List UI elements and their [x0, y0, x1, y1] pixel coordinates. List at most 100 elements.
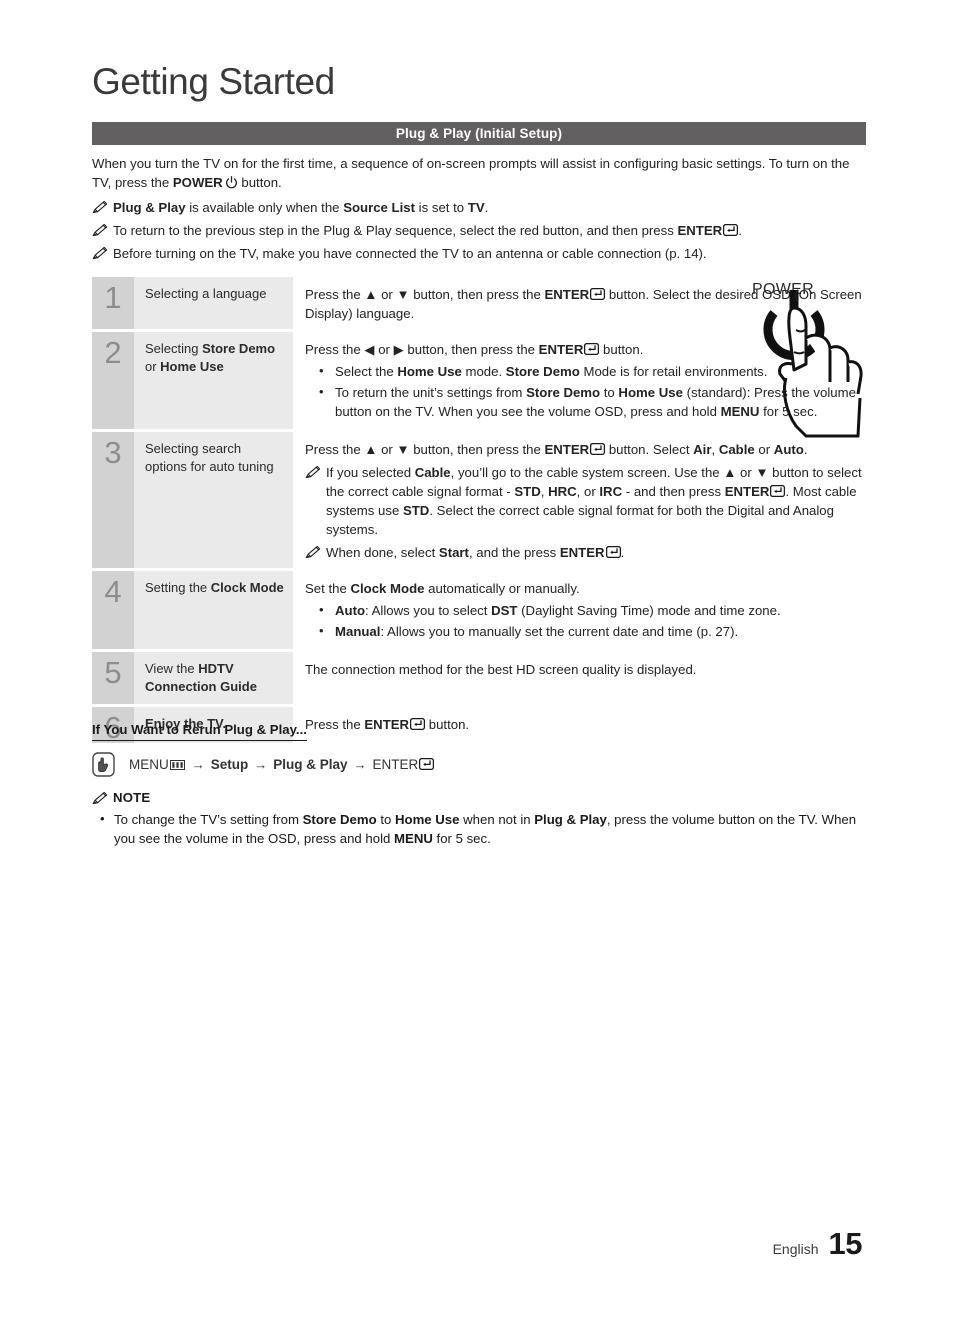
- intro-power-bold: POWER: [172, 175, 223, 190]
- emphasis-text: Clock Mode: [210, 580, 284, 595]
- emphasis-text: ENTER: [544, 442, 590, 457]
- step-lead-text: Press the ENTER button.: [305, 715, 870, 734]
- step-description: Set the Clock Mode automatically or manu…: [293, 571, 870, 649]
- emphasis-text: ENTER: [677, 223, 723, 238]
- step-title: View the HDTV Connection Guide: [134, 652, 293, 704]
- pencil-icon: [305, 545, 321, 559]
- enter-key-icon: [590, 441, 606, 456]
- body-text: Press the: [305, 442, 365, 457]
- step-bullet-list: Auto: Allows you to select DST (Daylight…: [305, 600, 870, 641]
- step-lead-text: The connection method for the best HD sc…: [305, 660, 870, 679]
- body-text: : Allows you to select: [365, 603, 492, 618]
- note-row: To return to the previous step in the Pl…: [92, 221, 872, 240]
- enter-key-icon: [605, 544, 621, 559]
- body-text: Selecting: [145, 341, 203, 356]
- step-subnote: If you selected Cable, you’ll go to the …: [305, 463, 870, 539]
- body-text: When done, select: [326, 545, 439, 560]
- body-text: button. Select: [605, 442, 694, 457]
- body-text: button, then press the: [403, 342, 539, 357]
- step-lead-text: Press the ▲ or ▼ button, then press the …: [305, 285, 870, 323]
- body-text: is set to: [415, 200, 468, 215]
- body-text: ▶: [393, 342, 404, 357]
- body-text: Press the: [305, 717, 365, 732]
- emphasis-text: ENTER: [538, 342, 584, 357]
- rerun-section-heading: If You Want to Rerun Plug & Play...: [92, 722, 307, 741]
- rerun-path-text: MENU → Setup → Plug & Play → ENTER: [129, 757, 435, 772]
- emphasis-text: Home Use: [397, 364, 462, 379]
- body-text: Before turning on the TV, make you have …: [113, 246, 707, 261]
- emphasis-text: Store Demo: [302, 812, 377, 827]
- body-text: .: [484, 200, 489, 215]
- body-text: automatically or manually.: [424, 581, 580, 596]
- emphasis-text: MENU: [394, 831, 433, 846]
- emphasis-text: DST: [491, 603, 518, 618]
- body-text: or: [736, 465, 756, 480]
- step-number: 2: [92, 332, 134, 429]
- body-text: for 5 sec.: [432, 831, 491, 846]
- note-block-body: To change the TV’s setting from Store De…: [92, 809, 872, 848]
- step-lead-text: Press the ▲ or ▼ button, then press the …: [305, 440, 870, 459]
- step-number: 5: [92, 652, 134, 704]
- body-text: button, then press the: [409, 442, 545, 457]
- body-text: The connection method for the best HD sc…: [305, 662, 697, 677]
- body-text: button, then press the: [409, 287, 545, 302]
- body-text: , or: [576, 484, 600, 499]
- body-text: to: [600, 385, 619, 400]
- body-text: or: [377, 442, 397, 457]
- step-row-1: 1 Selecting a language Press the ▲ or ▼ bu…: [92, 277, 870, 329]
- emphasis-text: Store Demo: [526, 385, 601, 400]
- body-text: - and then press: [622, 484, 725, 499]
- body-text: If you selected: [326, 465, 415, 480]
- body-text: or: [145, 359, 161, 374]
- finger-press-button-icon: [92, 752, 115, 777]
- emphasis-text: ENTER: [724, 484, 770, 499]
- body-text: ,: [540, 484, 549, 499]
- body-text: Selecting a language: [145, 286, 267, 301]
- emphasis-text: MENU: [720, 404, 760, 419]
- emphasis-text: Manual: [335, 624, 381, 639]
- emphasis-text: Home Use: [160, 359, 224, 374]
- enter-key-icon: [770, 483, 786, 498]
- body-text: or: [754, 442, 774, 457]
- body-text: , and the press: [468, 545, 560, 560]
- body-text: Setting the: [145, 580, 211, 595]
- step-bullet-item: Select the Home Use mode. Store Demo Mod…: [305, 361, 870, 381]
- pencil-icon: [92, 200, 108, 214]
- footer-language: English: [772, 1241, 819, 1257]
- emphasis-text: Cable: [414, 465, 451, 480]
- note-list-item: To change the TV’s setting from Store De…: [92, 809, 872, 848]
- enter-key-icon: [723, 222, 739, 237]
- emphasis-text: Plug & Play: [113, 200, 186, 215]
- emphasis-text: STD: [514, 484, 541, 499]
- step-row-3: 3 Selecting search options for auto tunin…: [92, 432, 870, 568]
- body-text: Select the: [335, 364, 398, 379]
- step-title: Setting the Clock Mode: [134, 571, 293, 649]
- step-number: 3: [92, 432, 134, 568]
- body-text: .: [738, 223, 742, 238]
- step-title: Selecting Store Demo or Home Use: [134, 332, 293, 429]
- emphasis-text: Source List: [343, 200, 416, 215]
- body-text: or: [374, 342, 394, 357]
- step-bullet-item: Manual: Allows you to manually set the c…: [305, 621, 870, 641]
- step-row-5: 5 View the HDTV Connection Guide The conne…: [92, 652, 870, 704]
- body-text: ▼: [396, 287, 410, 302]
- step-number: 4: [92, 571, 134, 649]
- body-text: button.: [599, 342, 644, 357]
- emphasis-text: ENTER: [544, 287, 590, 302]
- body-text: ▲: [364, 287, 378, 302]
- body-text: ENTER: [372, 757, 419, 772]
- step-title: Selecting search options for auto tuning: [134, 432, 293, 568]
- body-text: ▼: [755, 465, 769, 480]
- note-block-heading-label: NOTE: [113, 789, 151, 805]
- arrow-icon: →: [191, 757, 205, 772]
- emphasis-text: Air: [693, 442, 712, 457]
- pencil-icon: [92, 223, 108, 237]
- note-block-heading: NOTE: [92, 789, 150, 805]
- body-text: for 5 sec.: [759, 404, 818, 419]
- body-text: To change the TV’s setting from: [114, 812, 303, 827]
- step-description: Press the ENTER button.: [293, 707, 870, 743]
- body-text: To return the unit’s settings from: [335, 385, 527, 400]
- note-row: Before turning on the TV, make you have …: [92, 244, 872, 263]
- body-text: mode.: [461, 364, 506, 379]
- body-text: View the: [145, 661, 199, 676]
